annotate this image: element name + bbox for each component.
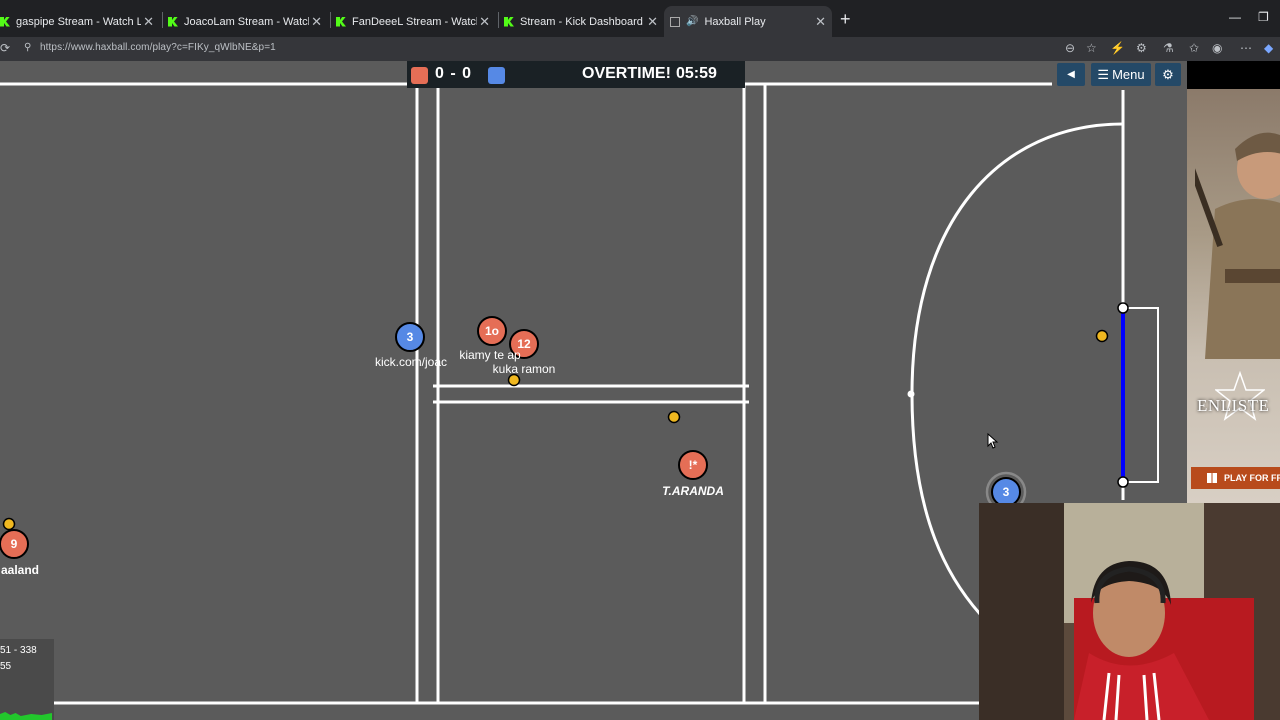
kick-icon (0, 16, 10, 27)
reload-icon[interactable]: ⟳ (0, 41, 10, 55)
kick-icon (168, 16, 178, 27)
menu-icon: ☰ (1097, 66, 1110, 82)
restore-icon[interactable]: ❐ (1258, 10, 1269, 24)
svg-text:9: 9 (11, 537, 18, 551)
player-name: kick.com/joac (374, 355, 448, 369)
player-disc-blue: 3 (395, 322, 425, 352)
red-team-square (411, 67, 428, 84)
ad-button-label: PLAY FOR FR (1224, 473, 1280, 483)
svg-text:3: 3 (1003, 485, 1010, 499)
player-disc-red: 1o (477, 316, 507, 346)
browser-tab[interactable]: gaspipe Stream - Watch Live on Ki ✕ (0, 6, 160, 37)
address-bar: ⟳ ⚲ https://www.haxball.com/play?c=FIKy_… (0, 37, 1280, 61)
player-name: kuka ramon (492, 362, 556, 376)
player-disc-red: 9 (0, 529, 29, 559)
new-tab-icon[interactable]: + (840, 9, 851, 30)
ball (507, 373, 521, 387)
browser-tab[interactable]: Stream - Kick Dashboard ✕ (504, 6, 664, 37)
more-icon[interactable]: ⋯ (1240, 41, 1252, 55)
speaker-icon[interactable]: 🔊 (686, 16, 698, 27)
mouse-cursor (987, 432, 999, 449)
close-icon[interactable]: ✕ (143, 14, 154, 30)
ball (2, 517, 16, 531)
scoreboard: 0 - 0 OVERTIME! 05:59 (407, 61, 745, 88)
player-name: T.ARANDA (662, 484, 724, 498)
tab-title: Haxball Play (704, 15, 766, 28)
player-name: kiamy te ap (459, 348, 521, 362)
player-name: aaland (0, 563, 39, 577)
copilot-icon[interactable]: ◆ (1264, 41, 1273, 55)
zoom-icon[interactable]: ⊖ (1065, 41, 1075, 55)
close-icon[interactable]: ✕ (647, 14, 658, 30)
favorites-icon[interactable]: ✩ (1189, 41, 1199, 55)
ad-brand: ENLISTE (1197, 396, 1270, 415)
url-input[interactable]: https://www.haxball.com/play?c=FIKy_qWlb… (40, 42, 276, 53)
tab-title: Stream - Kick Dashboard (520, 15, 643, 28)
penalty-spot (907, 390, 915, 398)
menu-button[interactable]: ☰ Menu (1091, 63, 1151, 86)
extension-icon[interactable]: ⚡ (1110, 41, 1125, 55)
minimize-icon[interactable]: — (1229, 10, 1241, 24)
gear-icon: ⚙ (1162, 66, 1174, 82)
browser-tab-active[interactable]: 🔊 Haxball Play ✕ (664, 6, 832, 37)
browser-tab[interactable]: FanDeeeL Stream - Watch Live on ✕ (336, 6, 496, 37)
stats-line: 51 - 338 (0, 645, 37, 656)
tab-title: JoacoLam Stream - Watch Live on (184, 15, 309, 28)
bookmark-star-icon[interactable]: ☆ (1086, 41, 1097, 55)
close-icon[interactable]: ✕ (479, 14, 490, 30)
browser-tab-bar: gaspipe Stream - Watch Live on Ki ✕ Joac… (0, 0, 1280, 37)
blue-team-square (488, 67, 505, 84)
settings-button[interactable]: ⚙ (1155, 63, 1181, 86)
goal-post (1117, 476, 1129, 488)
extension-icon[interactable]: ⚙ (1136, 41, 1147, 55)
game-clock: 05:59 (676, 65, 717, 82)
profile-icon[interactable]: ◉ (1212, 41, 1222, 55)
svg-text:1o: 1o (485, 324, 499, 338)
kick-icon (336, 16, 346, 27)
ball (667, 410, 681, 424)
tab-title: FanDeeeL Stream - Watch Live on (352, 15, 477, 28)
browser-tab[interactable]: JoacoLam Stream - Watch Live on ✕ (168, 6, 328, 37)
webcam-overlay (979, 503, 1280, 720)
svg-text:!*: !* (689, 458, 698, 472)
site-info-icon[interactable]: ⚲ (24, 42, 34, 54)
svg-text:3: 3 (407, 330, 414, 344)
windows-icon (1207, 473, 1217, 483)
overtime-label: OVERTIME! (582, 65, 671, 82)
soldier-image (1195, 132, 1280, 359)
player-disc-red: !* (678, 450, 708, 480)
sound-button[interactable]: ◀ (1057, 63, 1085, 86)
close-icon[interactable]: ✕ (311, 14, 322, 30)
menu-label: Menu (1112, 67, 1145, 82)
ball (1095, 329, 1109, 343)
goal-net (1123, 307, 1159, 483)
close-icon[interactable]: ✕ (815, 14, 826, 30)
ad-play-button[interactable]: PLAY FOR FR (1191, 467, 1280, 489)
goal-post (1117, 302, 1129, 314)
advertisement[interactable]: ENLISTE PLAY FOR FR (1187, 89, 1280, 503)
speaker-icon: ◀ (1067, 69, 1075, 80)
net-stats: 51 - 338 55 (0, 639, 54, 720)
webcam-image (979, 503, 1280, 720)
score: 0 - 0 (435, 65, 473, 82)
tab-title: gaspipe Stream - Watch Live on Ki (16, 15, 141, 28)
stats-line: 55 (0, 661, 12, 672)
kick-icon (504, 16, 514, 27)
extension-icon[interactable]: ⚗ (1163, 41, 1174, 55)
haxball-icon (670, 16, 680, 27)
